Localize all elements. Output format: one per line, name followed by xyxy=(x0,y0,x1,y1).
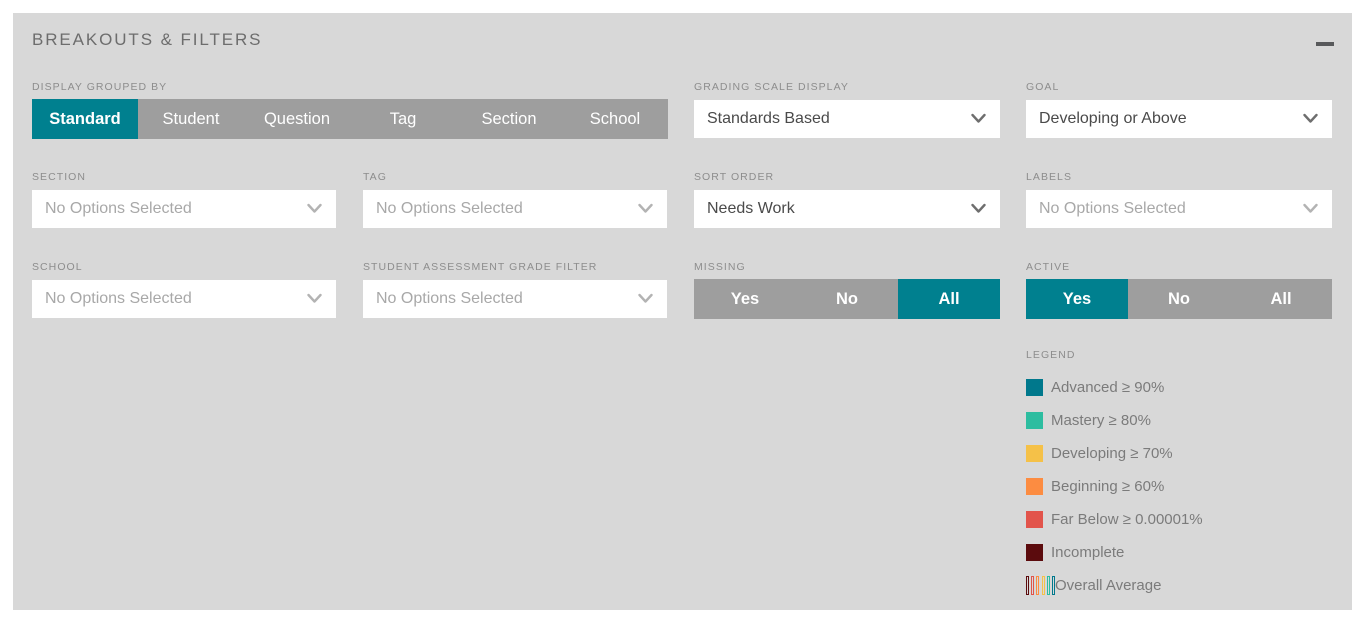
legend-color-swatch xyxy=(1026,544,1043,561)
breakouts-and-filters-panel: BREAKOUTS & FILTERS DISPLAY GROUPED BY S… xyxy=(13,13,1352,610)
school-select-value: No Options Selected xyxy=(45,290,192,307)
display-grouped-by-option-school[interactable]: School xyxy=(562,99,668,139)
goal-select-value: Developing or Above xyxy=(1039,110,1187,127)
legend-item-label: Developing ≥ 70% xyxy=(1051,445,1173,462)
overall-average-stripe xyxy=(1041,576,1045,595)
legend-item-label: Beginning ≥ 60% xyxy=(1051,478,1165,495)
legend-item-overall-average: Overall Average xyxy=(1026,569,1346,602)
page-title: BREAKOUTS & FILTERS xyxy=(32,30,263,49)
display-grouped-by-label: DISPLAY GROUPED BY xyxy=(32,81,168,93)
school-select[interactable]: No Options Selected xyxy=(32,280,336,318)
legend-item-label: Incomplete xyxy=(1051,544,1125,561)
legend-item: Incomplete xyxy=(1026,536,1346,569)
legend-list: Advanced ≥ 90% Mastery ≥ 80% Developing ≥ … xyxy=(1026,371,1346,602)
overall-average-swatch xyxy=(1026,576,1055,595)
grading-scale-display-select-value: Standards Based xyxy=(707,110,830,127)
legend-item: Developing ≥ 70% xyxy=(1026,437,1346,470)
active-option-no[interactable]: No xyxy=(1128,279,1230,319)
active-option-yes[interactable]: Yes xyxy=(1026,279,1128,319)
tag-label: TAG xyxy=(363,171,387,183)
overall-average-stripe xyxy=(1036,576,1040,595)
grading-scale-display-label: GRADING SCALE DISPLAY xyxy=(694,81,849,93)
legend-item-label: Advanced ≥ 90% xyxy=(1051,379,1165,396)
labels-label: LABELS xyxy=(1026,171,1072,183)
sort-order-label: SORT ORDER xyxy=(694,171,775,183)
chevron-down-icon xyxy=(1303,203,1318,214)
missing-option-no[interactable]: No xyxy=(796,279,898,319)
missing-label: MISSING xyxy=(694,261,746,273)
display-grouped-by-option-student[interactable]: Student xyxy=(138,99,244,139)
legend-item: Advanced ≥ 90% xyxy=(1026,371,1346,404)
missing-option-yes[interactable]: Yes xyxy=(694,279,796,319)
sort-order-select-value: Needs Work xyxy=(707,200,795,217)
active-label: ACTIVE xyxy=(1026,261,1071,273)
student-assessment-grade-filter-label: STUDENT ASSESSMENT GRADE FILTER xyxy=(363,261,598,273)
legend-color-swatch xyxy=(1026,478,1043,495)
active-segmented-control[interactable]: Yes No All xyxy=(1026,279,1332,319)
legend-label: LEGEND xyxy=(1026,349,1076,361)
display-grouped-by-option-standard[interactable]: Standard xyxy=(32,99,138,139)
minus-icon-bar xyxy=(1316,42,1334,46)
missing-segmented-control[interactable]: Yes No All xyxy=(694,279,1000,319)
legend-item-label: Overall Average xyxy=(1055,577,1162,594)
chevron-down-icon xyxy=(638,203,653,214)
overall-average-stripe xyxy=(1046,576,1050,595)
legend-color-swatch xyxy=(1026,445,1043,462)
chevron-down-icon xyxy=(971,113,986,124)
grading-scale-display-select[interactable]: Standards Based xyxy=(694,100,1000,138)
chevron-down-icon xyxy=(1303,113,1318,124)
sort-order-select[interactable]: Needs Work xyxy=(694,190,1000,228)
goal-select[interactable]: Developing or Above xyxy=(1026,100,1332,138)
display-grouped-by-segmented-control[interactable]: Standard Student Question Tag Section School xyxy=(32,99,668,139)
tag-select-value: No Options Selected xyxy=(376,200,523,217)
legend-item: Mastery ≥ 80% xyxy=(1026,404,1346,437)
chevron-down-icon xyxy=(638,293,653,304)
overall-average-stripe xyxy=(1026,576,1029,595)
legend-color-swatch xyxy=(1026,511,1043,528)
section-label: SECTION xyxy=(32,171,87,183)
legend-color-swatch xyxy=(1026,412,1043,429)
legend-item-label: Far Below ≥ 0.00001% xyxy=(1051,511,1203,528)
legend-item: Far Below ≥ 0.00001% xyxy=(1026,503,1346,536)
overall-average-stripe xyxy=(1031,576,1035,595)
display-grouped-by-option-tag[interactable]: Tag xyxy=(350,99,456,139)
minus-icon[interactable] xyxy=(1314,35,1336,53)
student-assessment-grade-filter-select[interactable]: No Options Selected xyxy=(363,280,667,318)
chevron-down-icon xyxy=(971,203,986,214)
tag-select[interactable]: No Options Selected xyxy=(363,190,667,228)
chevron-down-icon xyxy=(307,203,322,214)
chevron-down-icon xyxy=(307,293,322,304)
section-select-value: No Options Selected xyxy=(45,200,192,217)
display-grouped-by-option-question[interactable]: Question xyxy=(244,99,350,139)
student-assessment-grade-filter-select-value: No Options Selected xyxy=(376,290,523,307)
legend-color-swatch xyxy=(1026,379,1043,396)
display-grouped-by-option-section[interactable]: Section xyxy=(456,99,562,139)
labels-select[interactable]: No Options Selected xyxy=(1026,190,1332,228)
panel-header: BREAKOUTS & FILTERS xyxy=(13,13,1352,71)
goal-label: GOAL xyxy=(1026,81,1060,93)
legend-item: Beginning ≥ 60% xyxy=(1026,470,1346,503)
active-option-all[interactable]: All xyxy=(1230,279,1332,319)
legend-item-label: Mastery ≥ 80% xyxy=(1051,412,1151,429)
school-label: SCHOOL xyxy=(32,261,83,273)
section-select[interactable]: No Options Selected xyxy=(32,190,336,228)
missing-option-all[interactable]: All xyxy=(898,279,1000,319)
labels-select-value: No Options Selected xyxy=(1039,200,1186,217)
